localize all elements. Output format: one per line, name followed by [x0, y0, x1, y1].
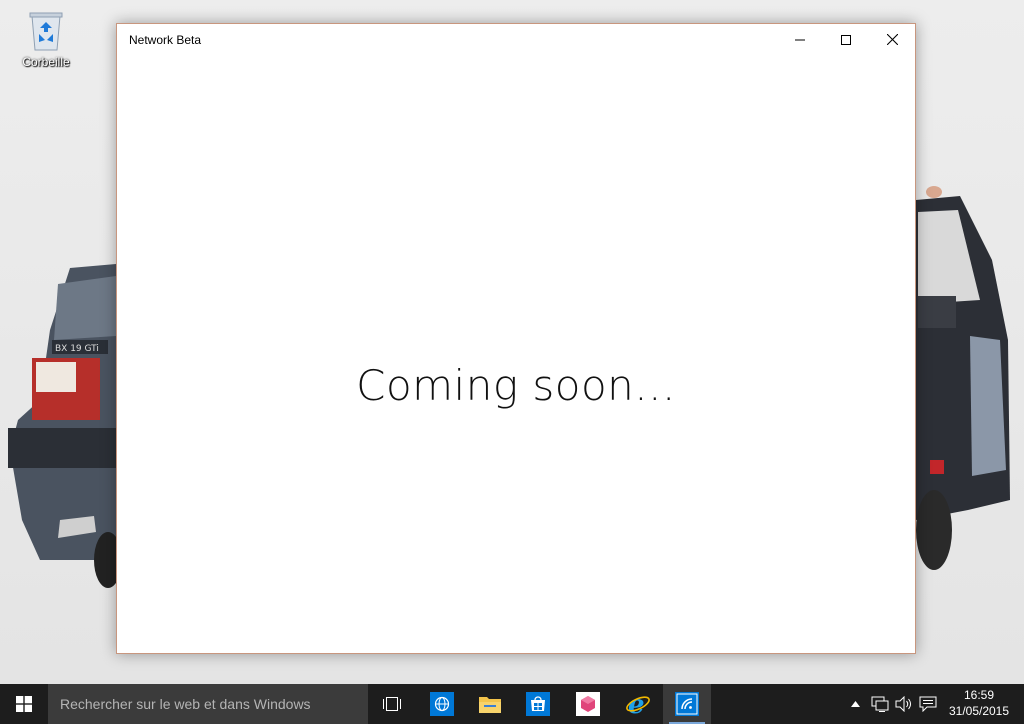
clock-time: 16:59: [963, 688, 995, 702]
taskbar-app-store[interactable]: [514, 684, 562, 724]
taskbar-app-network-beta[interactable]: [663, 684, 711, 724]
start-button[interactable]: [0, 684, 48, 724]
show-hidden-icons-button[interactable]: [846, 684, 864, 724]
minimize-button[interactable]: [777, 24, 823, 55]
clock-date: 31/05/2015: [948, 704, 1010, 718]
taskbar-app-internet-explorer[interactable]: e: [614, 684, 662, 724]
desktop-icon-label: Corbeille: [22, 55, 70, 69]
network-icon: [871, 696, 889, 712]
search-placeholder: Rechercher sur le web et dans Windows: [60, 696, 311, 712]
globe-icon: [430, 692, 454, 716]
network-tray-button[interactable]: [868, 684, 892, 724]
close-icon: [886, 34, 898, 45]
clock[interactable]: 16:59 31/05/2015: [946, 687, 1012, 719]
svg-text:BX 19 GTi: BX 19 GTi: [55, 344, 99, 354]
svg-text:e: e: [628, 691, 645, 717]
wifi-icon: [675, 692, 699, 716]
coming-soon-message: Coming soon...: [356, 361, 676, 410]
search-box[interactable]: Rechercher sur le web et dans Windows: [48, 684, 368, 724]
folder-icon: [479, 697, 501, 713]
task-view-icon: [383, 697, 401, 711]
chevron-up-icon: [850, 701, 860, 707]
task-view-button[interactable]: [368, 684, 416, 724]
notification-icon: [919, 696, 937, 712]
windows-logo-icon: [16, 696, 32, 712]
window-content: Coming soon...: [117, 55, 915, 653]
desktop: BX 19 GTi Corbeille Network Beta Coming …: [0, 0, 1024, 684]
title-bar[interactable]: Network Beta: [117, 24, 915, 55]
action-center-button[interactable]: [917, 684, 939, 724]
taskbar-app-file-explorer[interactable]: [466, 684, 514, 724]
speaker-icon: [895, 696, 911, 712]
app-window: Network Beta Coming soon...: [116, 23, 916, 654]
maximize-icon: [841, 34, 851, 45]
desktop-icon-recycle-bin[interactable]: Corbeille: [14, 8, 78, 69]
taskbar-app-network[interactable]: [418, 684, 466, 724]
maximize-button[interactable]: [823, 24, 869, 55]
taskbar: Rechercher sur le web et dans Windows e …: [0, 684, 1024, 724]
minimize-icon: [795, 39, 805, 40]
ie-icon: e: [626, 691, 650, 717]
package-icon: [576, 692, 600, 716]
store-icon: [526, 692, 550, 716]
volume-tray-button[interactable]: [893, 684, 915, 724]
close-button[interactable]: [869, 24, 915, 55]
recycle-bin-icon: [29, 12, 63, 51]
taskbar-app-package[interactable]: [564, 684, 612, 724]
window-title: Network Beta: [129, 33, 202, 47]
